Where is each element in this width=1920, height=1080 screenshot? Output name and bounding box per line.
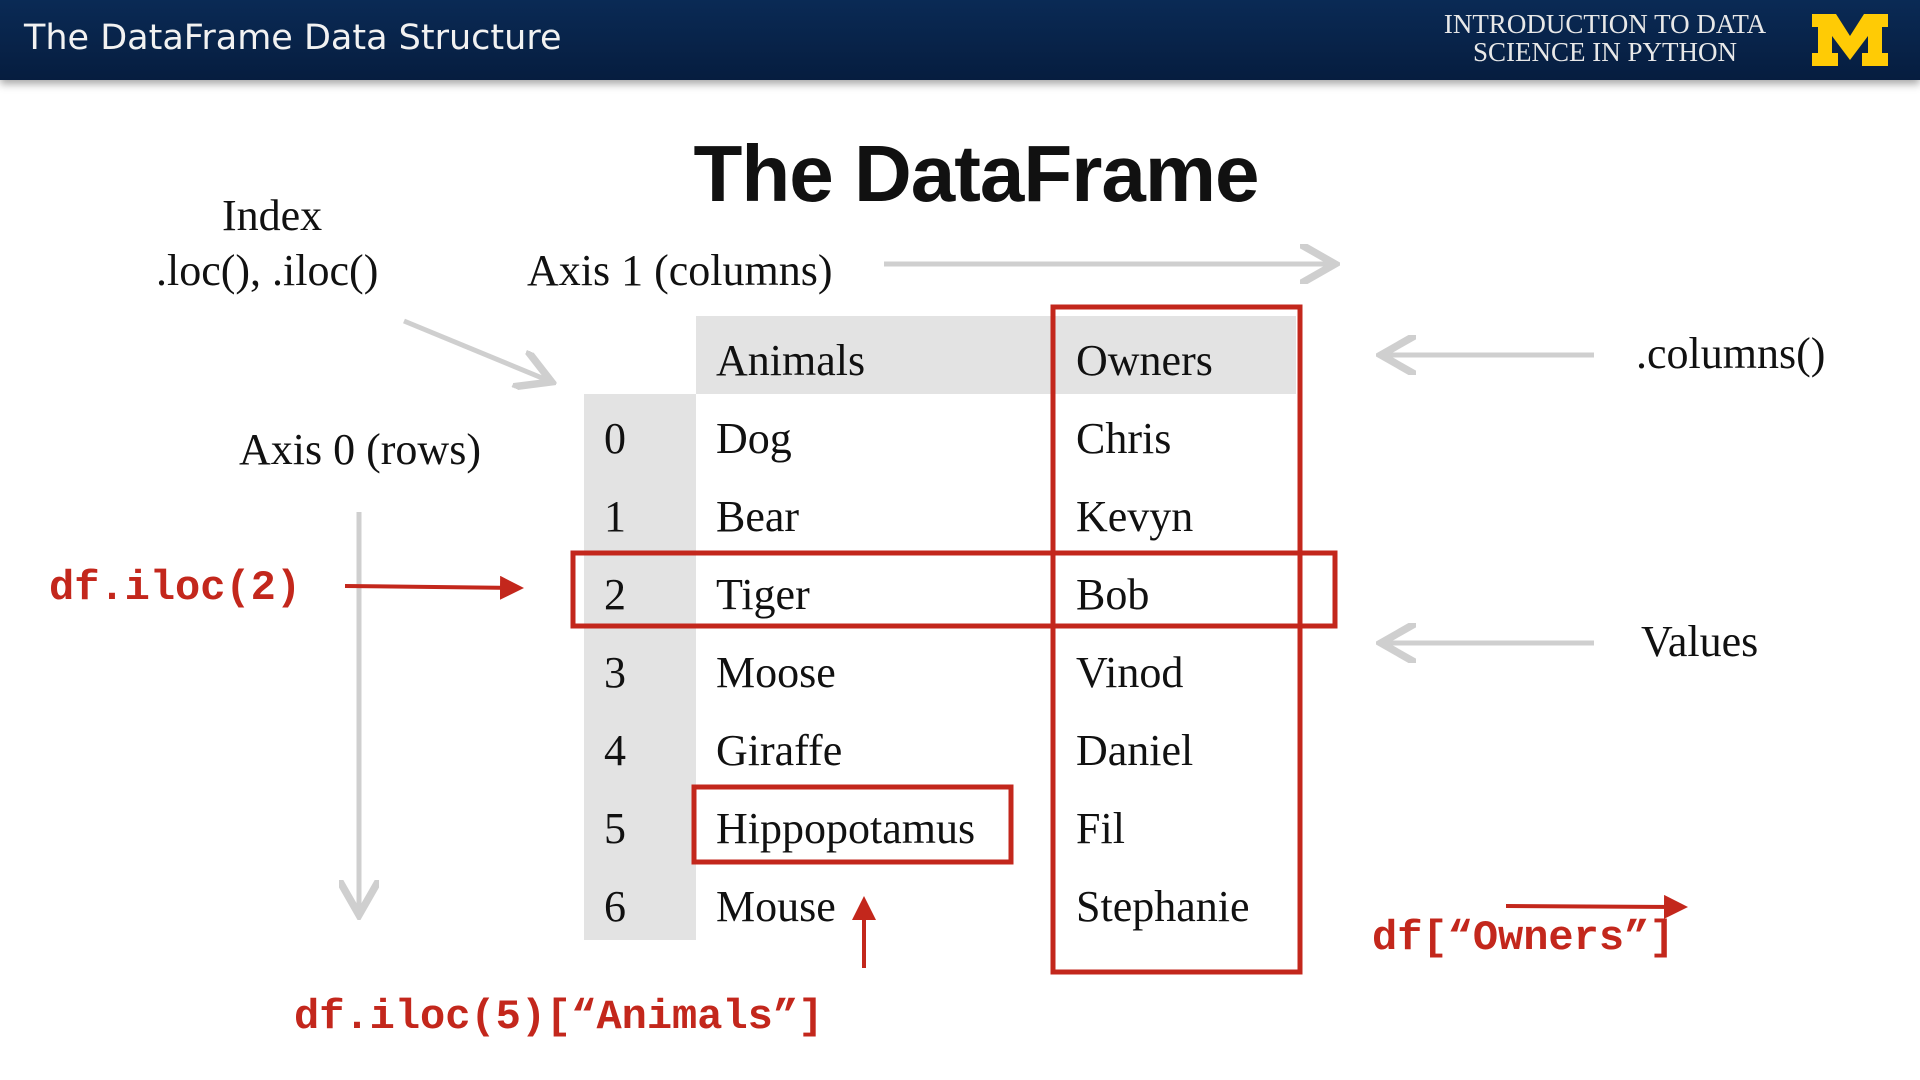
index-arrow bbox=[403, 318, 547, 380]
annotation-overlay bbox=[0, 0, 1688, 975]
hippopotamus-cell-highlight bbox=[691, 784, 1014, 865]
row-selection-arrow bbox=[344, 575, 524, 600]
column-selection-arrow bbox=[1505, 894, 1688, 919]
owners-column-highlight bbox=[1050, 304, 1303, 975]
row-2-highlight bbox=[570, 550, 1338, 629]
